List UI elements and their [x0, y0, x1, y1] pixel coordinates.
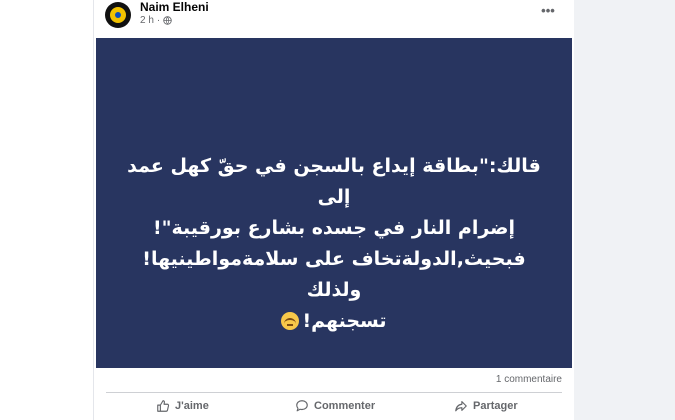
comment-label: Commenter — [314, 400, 376, 412]
flushed-face-icon — [281, 312, 300, 330]
post-text: قالك:"بطاقة إيداع بالسجن في حقّ كهل عمد … — [116, 151, 552, 337]
post-text-line: قالك:"بطاقة إيداع بالسجن في حقّ كهل عمد … — [127, 155, 541, 208]
meta-separator: · — [156, 15, 161, 26]
post-text-last-line: تسجنهم! — [116, 306, 552, 337]
right-gutter — [574, 0, 675, 420]
post-time[interactable]: 2 h — [140, 15, 154, 26]
avatar[interactable] — [105, 2, 131, 28]
left-gutter — [0, 0, 93, 420]
more-options-button[interactable]: ••• — [538, 4, 558, 17]
actions-divider — [106, 392, 562, 393]
thumbs-up-icon — [156, 399, 170, 413]
author-name[interactable]: Naim Elheni — [140, 0, 209, 14]
post-card: Naim Elheni 2 h · ••• قالك:"بطاقة إيداع … — [93, 0, 575, 420]
post-meta: 2 h · — [140, 15, 172, 26]
like-button[interactable]: J'aime — [156, 396, 209, 416]
share-label: Partager — [473, 400, 518, 412]
post-text-line: فبحيث,الدولةتخاف على سلامةمواطينيها!ولذل… — [142, 248, 526, 301]
globe-icon — [163, 16, 172, 25]
post-text-image[interactable]: قالك:"بطاقة إيداع بالسجن في حقّ كهل عمد … — [96, 38, 572, 368]
avatar-dot — [115, 12, 121, 18]
post-text-line: إضرام النار في جسده بشارع بورقيبة"! — [152, 217, 516, 239]
like-label: J'aime — [175, 400, 209, 412]
share-button[interactable]: Partager — [454, 396, 518, 416]
share-icon — [454, 399, 468, 413]
post-text-line: تسجنهم! — [302, 310, 387, 332]
comment-button[interactable]: Commenter — [295, 396, 375, 416]
comments-count[interactable]: 1 commentaire — [490, 374, 562, 385]
comment-icon — [295, 399, 309, 413]
